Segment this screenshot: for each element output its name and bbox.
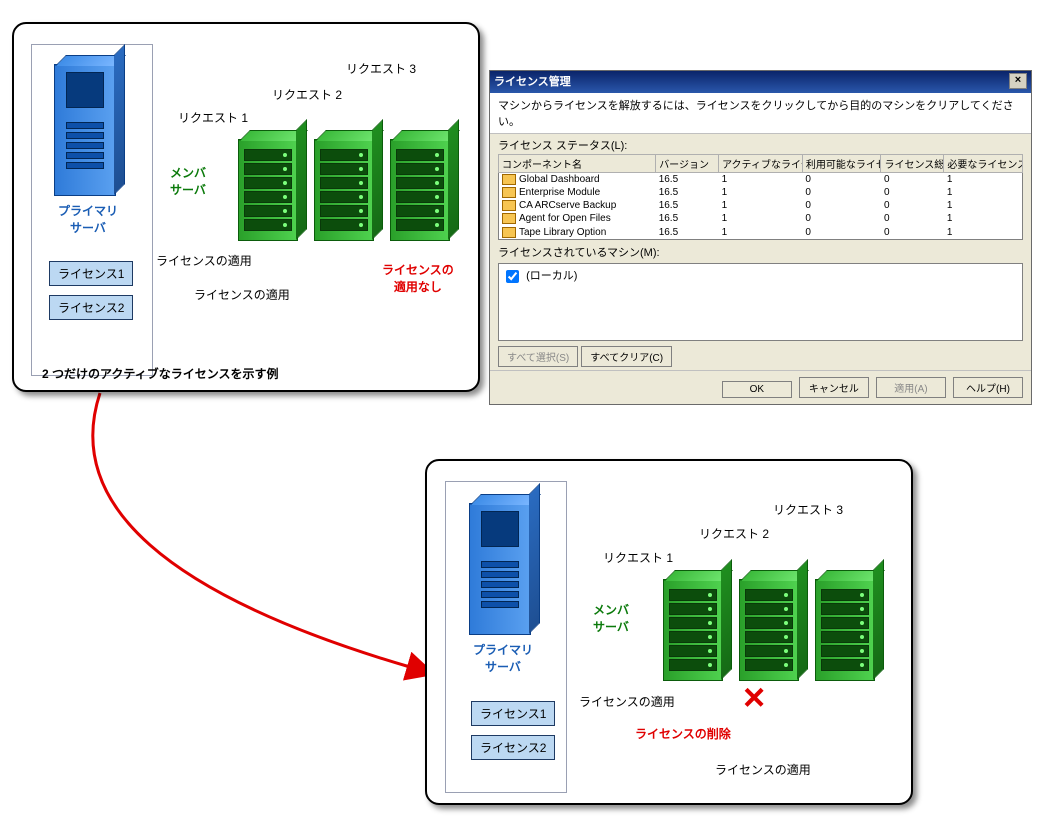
help-button[interactable]: ヘルプ(H) [953, 377, 1023, 398]
col-total[interactable]: ライセンス総数 [881, 155, 944, 173]
license-chip-2: ライセンス2 [49, 295, 133, 320]
clear-all-button[interactable]: すべてクリア(C) [581, 346, 672, 367]
primary-server-label: プライマリ サーバ [48, 202, 128, 236]
member-server-icon [390, 129, 452, 241]
machine-item[interactable]: (ローカル) [502, 270, 577, 282]
request-1-label: リクエスト 1 [603, 549, 673, 566]
request-2-label: リクエスト 2 [272, 86, 342, 103]
apply-button[interactable]: 適用(A) [876, 377, 946, 398]
member-servers-label: メンバ サーバ [593, 601, 629, 635]
request-1-label: リクエスト 1 [178, 109, 248, 126]
primary-server-icon [469, 493, 533, 633]
table-row[interactable]: Agent for Open Files16.51001 [499, 212, 1023, 225]
folder-icon [502, 227, 516, 238]
apply-license-label: ライセンスの適用 [194, 286, 290, 303]
licensed-machines-list[interactable]: (ローカル) [498, 263, 1023, 341]
request-3-label: リクエスト 3 [346, 60, 416, 77]
select-all-button[interactable]: すべて選択(S) [498, 346, 578, 367]
dialog-instruction: マシンからライセンスを解放するには、ライセンスをクリックしてから目的のマシンをク… [490, 93, 1031, 134]
request-2-label: リクエスト 2 [699, 525, 769, 542]
diagram-panel-1: プライマリ サーバ メンバ サーバ ライセンス1 ライセンス2 ライセンスの適用… [12, 22, 480, 392]
folder-icon [502, 174, 516, 185]
license-status-label: ライセンス ステータス(L): [490, 134, 1031, 154]
request-3-label: リクエスト 3 [773, 501, 843, 518]
apply-license-label: ライセンスの適用 [715, 761, 811, 778]
licensed-machines-label: ライセンスされているマシン(M): [490, 241, 1031, 261]
col-component[interactable]: コンポーネント名 [499, 155, 656, 173]
cancel-button[interactable]: キャンセル [799, 377, 869, 398]
table-row[interactable]: CA ARCserve Backup16.51001 [499, 199, 1023, 212]
col-version[interactable]: バージョン [656, 155, 719, 173]
license-status-table[interactable]: コンポーネント名 バージョン アクティブなライセン.. 利用可能なライセ.. ラ… [498, 154, 1023, 240]
table-row[interactable]: Tape Library Option16.51001 [499, 226, 1023, 240]
license-chip-2: ライセンス2 [471, 735, 555, 760]
dialog-title: ライセンス管理 [494, 73, 571, 91]
license-chip-1: ライセンス1 [471, 701, 555, 726]
remove-x-icon: × [743, 677, 765, 720]
license-management-dialog: ライセンス管理 × マシンからライセンスを解放するには、ライセンスをクリックして… [489, 70, 1032, 405]
member-server-icon [739, 569, 801, 681]
license-chip-1: ライセンス1 [49, 261, 133, 286]
col-needed[interactable]: 必要なライセンス数（最.. [944, 155, 1023, 173]
col-available[interactable]: 利用可能なライセ.. [802, 155, 881, 173]
apply-license-label: ライセンスの適用 [579, 693, 675, 710]
primary-server-icon [54, 54, 118, 194]
folder-icon [502, 187, 516, 198]
dialog-titlebar[interactable]: ライセンス管理 × [490, 71, 1031, 93]
machine-checkbox[interactable] [506, 270, 519, 283]
diagram-panel-2: プライマリ サーバ メンバ サーバ × ライセンス1 ライセンス2 ライセンスの… [425, 459, 913, 805]
member-server-icon [314, 129, 376, 241]
member-server-icon [815, 569, 877, 681]
close-icon[interactable]: × [1009, 73, 1027, 89]
ok-button[interactable]: OK [722, 381, 792, 398]
table-row[interactable]: Global Dashboard16.51001 [499, 173, 1023, 187]
license-not-applied-label: ライセンスの 適用なし [382, 261, 454, 295]
member-server-icon [238, 129, 300, 241]
apply-license-label: ライセンスの適用 [156, 252, 252, 269]
member-servers-label: メンバ サーバ [170, 164, 206, 198]
remove-license-label: ライセンスの削除 [635, 725, 731, 742]
machine-name: (ローカル) [526, 270, 577, 282]
folder-icon [502, 213, 516, 224]
folder-icon [502, 200, 516, 211]
diagram-caption: 2 つだけのアクティブなライセンスを示す例 [42, 365, 278, 382]
member-server-icon [663, 569, 725, 681]
primary-server-label: プライマリ サーバ [463, 641, 543, 675]
table-row[interactable]: Enterprise Module16.51001 [499, 186, 1023, 199]
col-active[interactable]: アクティブなライセン.. [719, 155, 803, 173]
